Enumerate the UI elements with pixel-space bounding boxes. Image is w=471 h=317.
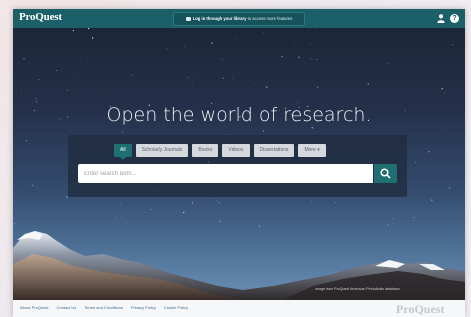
footer-link-cookie[interactable]: Cookie Policy: [164, 305, 188, 310]
browser-frame: ProQuest Log in through your library to …: [13, 9, 465, 317]
search-icon: [380, 168, 391, 179]
footer-link-contact[interactable]: Contact Us: [56, 305, 76, 310]
footer-proquest-logo: ProQuest: [396, 302, 445, 316]
login-label: Log in through your library: [192, 16, 247, 21]
tab-videos[interactable]: Videos: [222, 144, 250, 157]
footer-link-about[interactable]: About ProQuest: [20, 305, 48, 310]
tab-all[interactable]: All: [114, 144, 132, 160]
user-icon[interactable]: [437, 14, 445, 23]
tab-books[interactable]: Books: [192, 144, 219, 157]
tab-more[interactable]: More ▾: [298, 144, 326, 157]
footer-links: About ProQuest Contact Us Terms and Cond…: [20, 305, 188, 310]
hero-headline: Open the world of research.: [106, 104, 372, 126]
top-bar: ProQuest Log in through your library to …: [13, 9, 465, 28]
help-icon[interactable]: ?: [450, 14, 459, 23]
tab-dissertations[interactable]: Dissertations: [253, 144, 295, 157]
search-type-tabs: All Scholarly Journals Books Videos Diss…: [114, 144, 326, 160]
library-login-button[interactable]: Log in through your library to access mo…: [173, 12, 305, 26]
hero-banner: Open the world of research. All Scholarl…: [13, 28, 465, 300]
search-panel: All Scholarly Journals Books Videos Diss…: [68, 135, 407, 197]
image-credit: Image from ProQuest American Periodicals…: [315, 287, 400, 291]
footer: About ProQuest Contact Us Terms and Cond…: [13, 300, 465, 317]
footer-link-privacy[interactable]: Privacy Policy: [131, 305, 156, 310]
proquest-logo[interactable]: ProQuest: [19, 11, 62, 23]
tab-scholarly-journals[interactable]: Scholarly Journals: [135, 144, 189, 157]
login-label-suffix: to access more features: [246, 16, 293, 21]
footer-link-terms[interactable]: Terms and Conditions: [84, 305, 123, 310]
library-icon: [185, 16, 191, 21]
search-button[interactable]: [374, 164, 397, 183]
search-input[interactable]: [78, 164, 373, 183]
